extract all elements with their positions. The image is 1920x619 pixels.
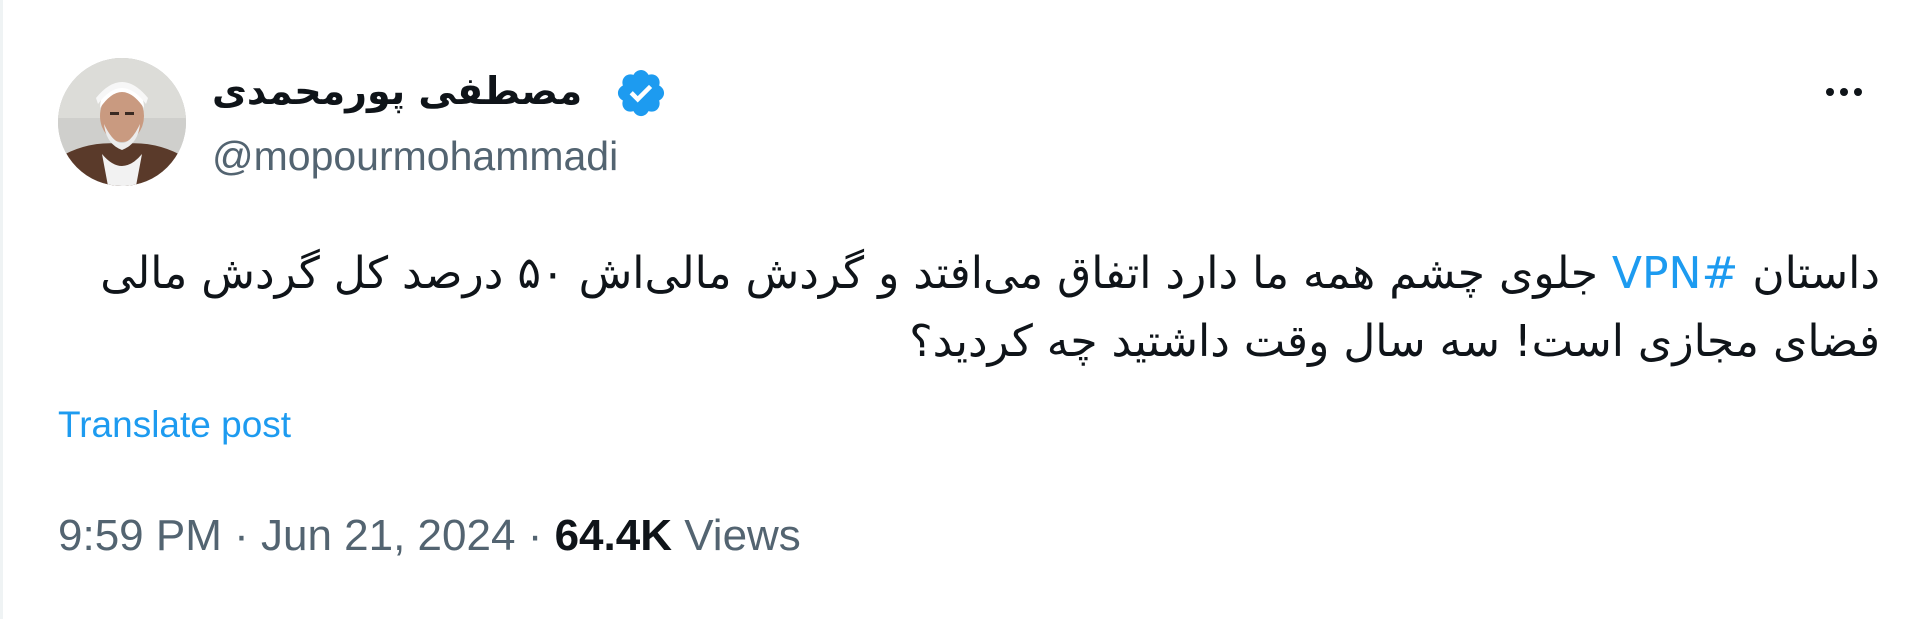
- views-count: 64.4K: [554, 511, 672, 560]
- tweet-text-prefix: داستان: [1738, 248, 1880, 299]
- views-label: Views: [684, 511, 801, 560]
- tweet-text: داستان #VPN جلوی چشم همه ما دارد اتفاق م…: [60, 240, 1880, 376]
- avatar[interactable]: [58, 58, 186, 186]
- meta-separator: ·: [234, 511, 249, 560]
- author-handle[interactable]: @mopourmohammadi: [212, 128, 618, 184]
- verified-badge-icon: [617, 69, 665, 117]
- more-options-button[interactable]: [1814, 72, 1874, 112]
- avatar-image: [58, 58, 186, 186]
- tweet-date[interactable]: Jun 21, 2024: [261, 511, 515, 560]
- more-horizontal-icon-dot: [1854, 88, 1862, 96]
- frame-border: [0, 0, 3, 619]
- more-horizontal-icon-dot: [1840, 88, 1848, 96]
- translate-post-link[interactable]: Translate post: [58, 400, 291, 450]
- hashtag-link[interactable]: #VPN: [1612, 248, 1738, 299]
- tweet-metadata: 9:59 PM · Jun 21, 2024 · 64.4K Views: [58, 508, 801, 564]
- meta-separator-2: ·: [527, 511, 543, 560]
- more-horizontal-icon: [1826, 88, 1834, 96]
- tweet-time[interactable]: 9:59 PM: [58, 511, 222, 560]
- author-display-name[interactable]: مصطفی پورمحمدی: [212, 62, 602, 120]
